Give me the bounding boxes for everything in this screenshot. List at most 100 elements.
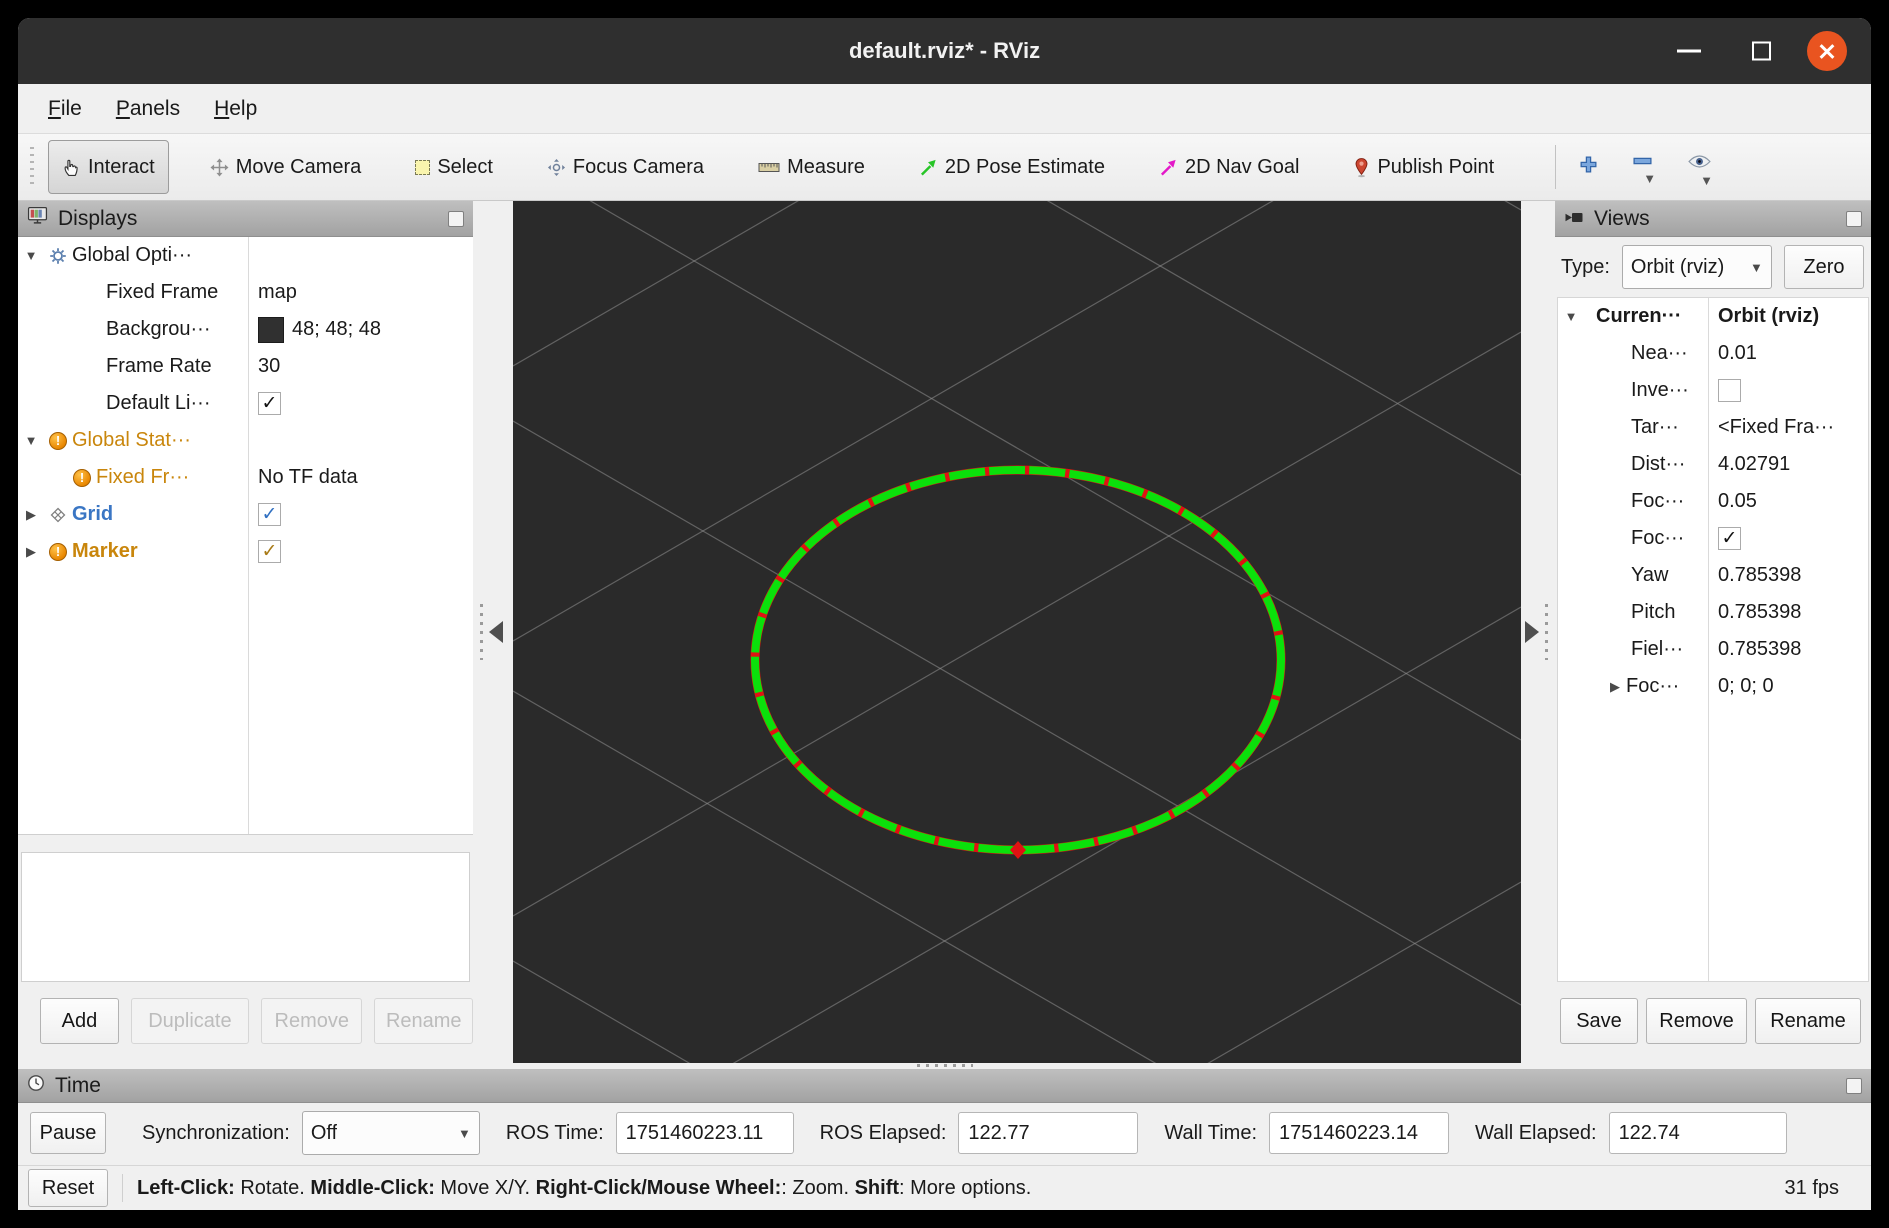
column-divider[interactable] xyxy=(248,237,249,834)
prop-value[interactable]: 48; 48; 48 xyxy=(292,318,381,341)
tool-label: Interact xyxy=(88,156,155,179)
prop-value[interactable]: 30 xyxy=(248,355,280,378)
prop-value[interactable]: 0; 0; 0 xyxy=(1708,675,1774,698)
prop-name: Frame Rate xyxy=(106,355,212,378)
checkbox-checked[interactable]: ✓ xyxy=(258,503,281,526)
tool-2d-pose-estimate[interactable]: 2D Pose Estimate xyxy=(906,140,1118,194)
zero-button[interactable]: Zero xyxy=(1784,245,1864,289)
checkbox-checked[interactable]: ✓ xyxy=(258,540,281,563)
remove-tool-button[interactable]: ▼ xyxy=(1629,148,1656,184)
tool-2d-nav-goal[interactable]: 2D Nav Goal xyxy=(1146,140,1313,194)
tree-row-grid[interactable]: ▶ Grid ✓ xyxy=(18,496,473,533)
collapse-arrow-icon[interactable]: ▼ xyxy=(18,248,44,263)
prop-value[interactable]: 0.785398 xyxy=(1708,601,1801,624)
tree-row-frame-rate[interactable]: Frame Rate 30 xyxy=(18,348,473,385)
checkbox-unchecked[interactable] xyxy=(1718,379,1741,402)
panel-header-box[interactable] xyxy=(1846,211,1862,227)
prop-value[interactable]: map xyxy=(248,281,297,304)
tool-interact[interactable]: Interact xyxy=(48,140,169,194)
prop-value[interactable]: 0.05 xyxy=(1708,490,1757,513)
tree-row-fixed-frame[interactable]: Fixed Frame map xyxy=(18,274,473,311)
add-tool-button[interactable] xyxy=(1578,148,1599,180)
collapse-right-arrow[interactable] xyxy=(1525,621,1539,643)
expand-arrow-icon[interactable]: ▶ xyxy=(18,544,44,560)
chevron-down-icon[interactable]: ▼ xyxy=(1643,174,1656,184)
prop-value[interactable]: 0.785398 xyxy=(1708,638,1801,661)
right-splitter[interactable] xyxy=(1521,201,1555,1063)
panel-header-box[interactable] xyxy=(448,211,464,227)
tree-row-pitch[interactable]: Pitch 0.785398 xyxy=(1558,594,1868,631)
splitter-handle-dots xyxy=(1545,604,1548,660)
tree-row-target-frame[interactable]: Tar··· <Fixed Fra··· xyxy=(1558,409,1868,446)
tree-row-default-light[interactable]: Default Li··· ✓ xyxy=(18,385,473,422)
expand-arrow-icon[interactable]: ▶ xyxy=(18,507,44,523)
bottom-splitter[interactable] xyxy=(18,1063,1871,1069)
remove-view-button[interactable]: Remove xyxy=(1646,998,1747,1044)
menu-panels[interactable]: Panels xyxy=(116,97,180,121)
menu-help[interactable]: Help xyxy=(214,97,257,121)
ros-time-field[interactable]: 1751460223.11 xyxy=(616,1112,794,1154)
tree-row-focal-point[interactable]: ▶ Foc··· 0; 0; 0 xyxy=(1558,668,1868,705)
collapse-arrow-icon[interactable]: ▼ xyxy=(1558,309,1584,324)
prop-name: Tar··· xyxy=(1631,416,1679,439)
wall-time-field[interactable]: 1751460223.14 xyxy=(1269,1112,1449,1154)
tool-publish-point[interactable]: Publish Point xyxy=(1340,140,1507,194)
prop-value[interactable]: <Fixed Fra··· xyxy=(1708,416,1834,439)
rename-view-button[interactable]: Rename xyxy=(1755,998,1861,1044)
tree-row-focal-size[interactable]: Foc··· 0.05 xyxy=(1558,483,1868,520)
tree-row-field-of-view[interactable]: Fiel··· 0.785398 xyxy=(1558,631,1868,668)
tree-row-fixed-frame-status[interactable]: ! Fixed Fr··· No TF data xyxy=(18,459,473,496)
save-view-button[interactable]: Save xyxy=(1560,998,1638,1044)
panel-header-box[interactable] xyxy=(1846,1078,1862,1094)
grid-icon xyxy=(44,506,72,524)
tree-row-background-color[interactable]: Backgrou··· 48; 48; 48 xyxy=(18,311,473,348)
view-type-combo[interactable]: Orbit (rviz) ▼ xyxy=(1622,245,1772,289)
tree-row-distance[interactable]: Dist··· 4.02791 xyxy=(1558,446,1868,483)
tool-visibility-button[interactable]: ▼ xyxy=(1686,148,1713,186)
remove-button[interactable]: Remove xyxy=(261,998,362,1044)
tool-measure[interactable]: Measure xyxy=(745,140,878,194)
render-viewport[interactable] xyxy=(513,201,1521,1063)
tree-row-yaw[interactable]: Yaw 0.785398 xyxy=(1558,557,1868,594)
hand-icon xyxy=(62,158,81,177)
add-button[interactable]: Add xyxy=(40,998,119,1044)
tool-select[interactable]: Select xyxy=(402,140,506,194)
menu-file[interactable]: File xyxy=(48,97,82,121)
marker-circle xyxy=(755,470,1281,859)
maximize-button[interactable] xyxy=(1752,42,1771,61)
tree-row-focal-shape[interactable]: Foc··· ✓ xyxy=(1558,520,1868,557)
reset-button[interactable]: Reset xyxy=(28,1169,108,1207)
left-splitter[interactable] xyxy=(473,201,513,1063)
chevron-down-icon[interactable]: ▼ xyxy=(1700,176,1713,186)
prop-name: Global Stat··· xyxy=(72,429,191,452)
prop-value[interactable]: 4.02791 xyxy=(1708,453,1790,476)
duplicate-button[interactable]: Duplicate xyxy=(131,998,249,1044)
tool-focus-camera[interactable]: Focus Camera xyxy=(534,140,717,194)
toolbar-drag-handle[interactable] xyxy=(30,147,34,187)
collapse-arrow-icon[interactable]: ▼ xyxy=(18,433,44,448)
close-button[interactable] xyxy=(1807,31,1847,71)
tree-row-global-status[interactable]: ▼ ! Global Stat··· xyxy=(18,422,473,459)
views-buttons: Save Remove Rename xyxy=(1555,997,1871,1045)
minimize-button[interactable] xyxy=(1677,50,1701,53)
collapse-left-arrow[interactable] xyxy=(489,621,503,643)
tree-row-near-clip[interactable]: Nea··· 0.01 xyxy=(1558,335,1868,372)
tree-row-marker[interactable]: ▶ ! Marker ✓ xyxy=(18,533,473,570)
column-divider[interactable] xyxy=(1708,298,1709,981)
prop-value[interactable]: 0.01 xyxy=(1708,342,1757,365)
ros-elapsed-field[interactable]: 122.77 xyxy=(958,1112,1138,1154)
tree-row-current-view[interactable]: ▼ Curren··· Orbit (rviz) xyxy=(1558,298,1868,335)
expand-arrow-icon[interactable]: ▶ xyxy=(1604,679,1626,695)
wall-elapsed-field[interactable]: 122.74 xyxy=(1609,1112,1787,1154)
pause-button[interactable]: Pause xyxy=(30,1112,106,1154)
displays-tree: ▼ Global Opti··· Fixed Frame map Backgro… xyxy=(18,237,473,835)
color-swatch[interactable] xyxy=(258,317,284,343)
tree-row-invert-z[interactable]: Inve··· xyxy=(1558,372,1868,409)
tree-row-global-options[interactable]: ▼ Global Opti··· xyxy=(18,237,473,274)
checkbox-checked[interactable]: ✓ xyxy=(258,392,281,415)
prop-value[interactable]: 0.785398 xyxy=(1708,564,1801,587)
checkbox-checked[interactable]: ✓ xyxy=(1718,527,1741,550)
rename-button[interactable]: Rename xyxy=(374,998,473,1044)
tool-move-camera[interactable]: Move Camera xyxy=(197,140,375,194)
sync-combo[interactable]: Off ▼ xyxy=(302,1111,480,1155)
